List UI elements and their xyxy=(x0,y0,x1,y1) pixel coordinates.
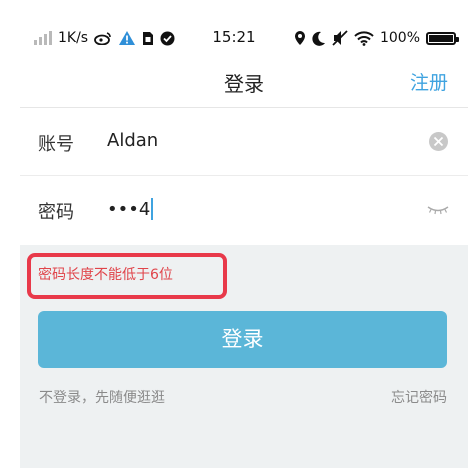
password-input[interactable]: ••• 4 xyxy=(107,198,154,220)
battery-icon xyxy=(426,31,459,45)
forgot-password-link[interactable]: 忘记密码 xyxy=(391,387,447,407)
eye-closed-icon[interactable] xyxy=(426,204,450,216)
text-caret xyxy=(151,198,154,220)
password-row: 密码 ••• 4 xyxy=(20,176,468,244)
clear-icon[interactable] xyxy=(429,132,448,151)
skip-login-link[interactable]: 不登录，先随便逛逛 xyxy=(39,387,165,407)
status-bar-right: 100% xyxy=(294,29,459,47)
wifi-icon xyxy=(354,30,374,46)
register-link[interactable]: 注册 xyxy=(410,68,448,95)
nav-header: 登录 注册 xyxy=(20,58,468,108)
login-button[interactable]: 登录 xyxy=(38,311,447,368)
password-label: 密码 xyxy=(38,202,74,223)
login-form: 账号 Aldan 密码 ••• 4 xyxy=(20,108,468,244)
account-input[interactable]: Aldan xyxy=(107,130,158,151)
moon-icon xyxy=(312,31,325,46)
mute-icon xyxy=(332,30,348,46)
account-label: 账号 xyxy=(38,134,74,155)
account-row: 账号 Aldan xyxy=(20,108,468,176)
password-last-char: 4 xyxy=(138,198,151,220)
password-masked: ••• xyxy=(107,198,139,220)
error-message: 密码长度不能低于6位 xyxy=(38,267,173,283)
page-title: 登录 xyxy=(224,72,264,96)
battery-percent: 100% xyxy=(379,30,420,46)
location-icon xyxy=(294,31,305,45)
action-panel: 密码长度不能低于6位 登录 不登录，先随便逛逛 忘记密码 xyxy=(20,245,468,468)
